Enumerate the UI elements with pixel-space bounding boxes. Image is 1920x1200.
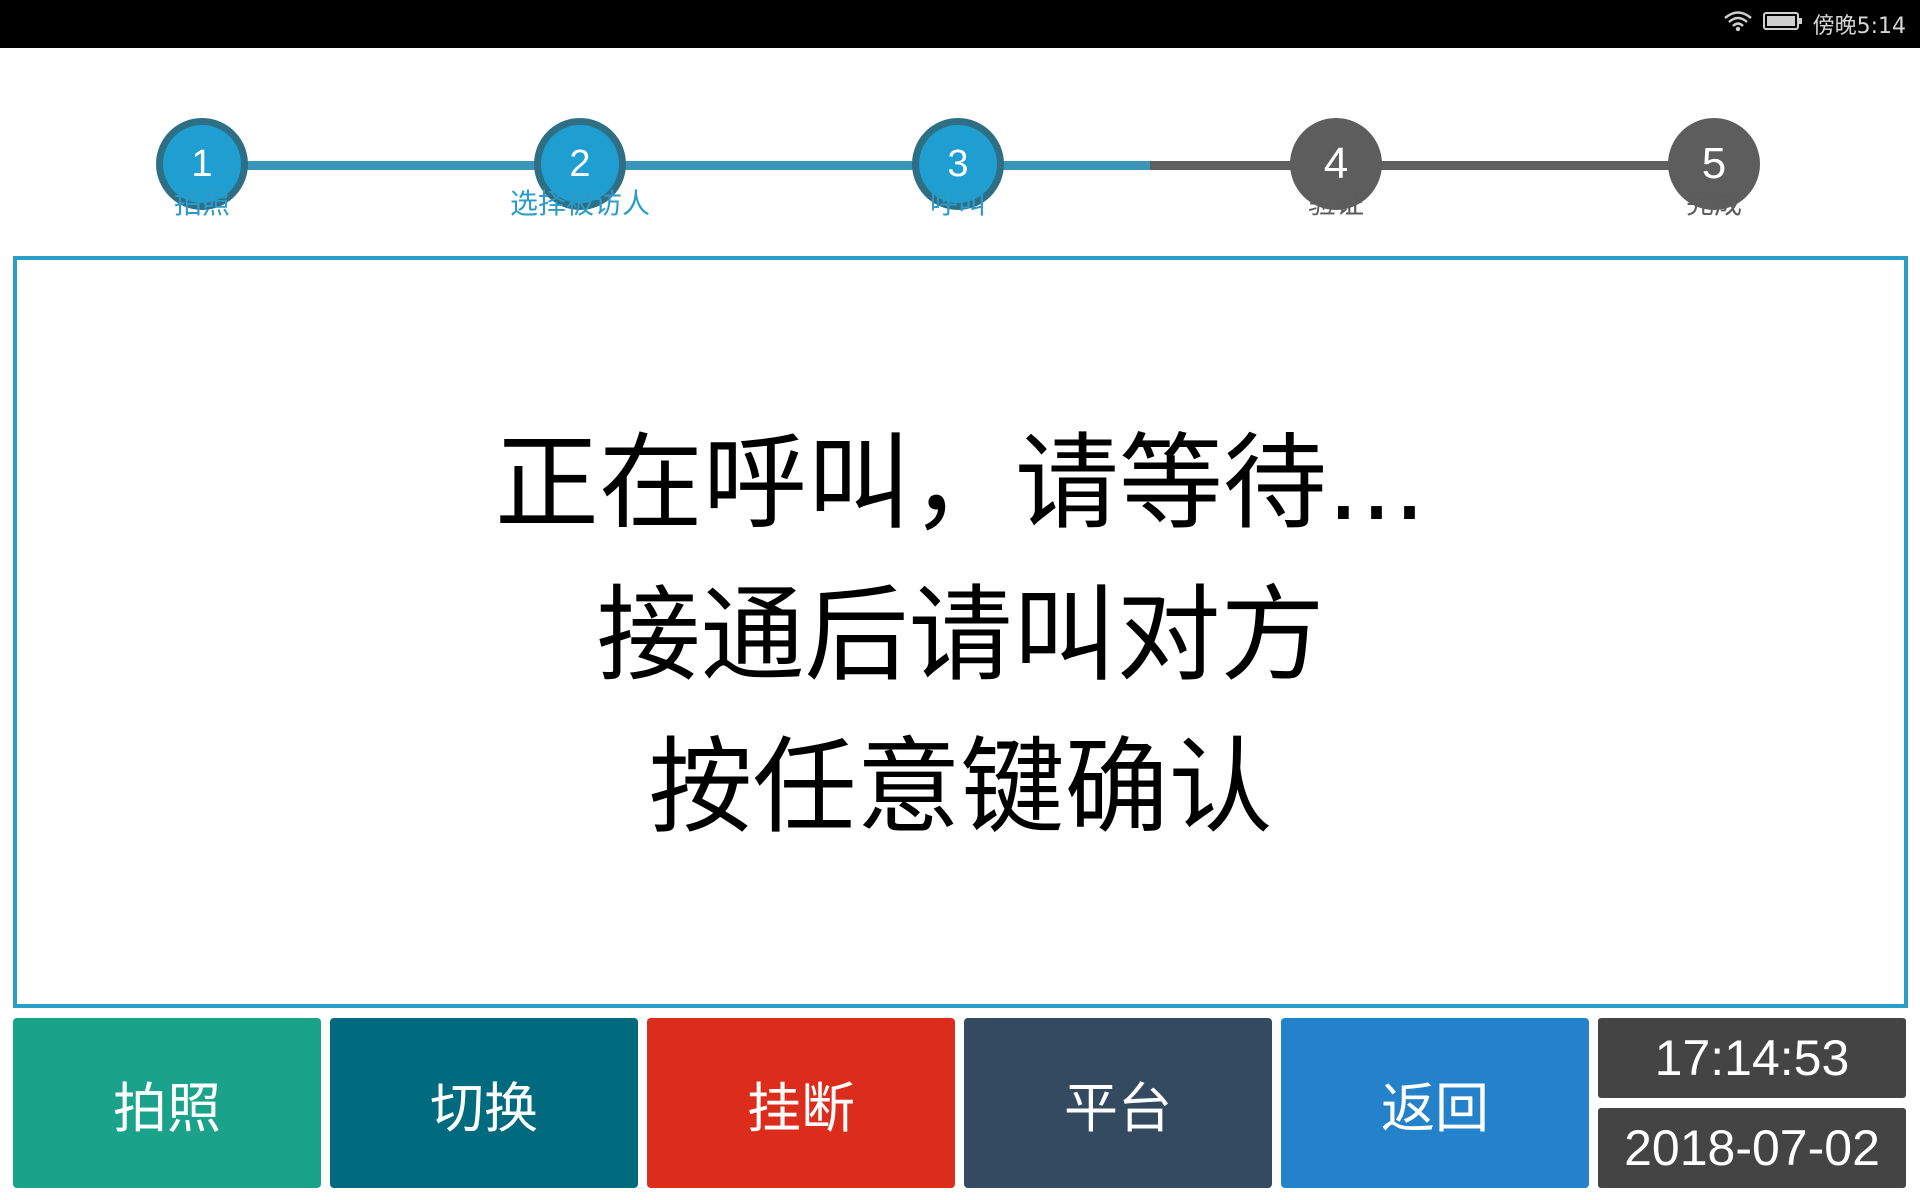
status-bar: 傍晚5:14 [0,0,1920,48]
progress-stepper: 1 2 3 4 5 拍照 选择被访人 呼叫 验证 完成 [0,48,1920,248]
message-line-calling: 正在呼叫，请等待... [494,422,1427,544]
message-line-confirm: 按任意键确认 [648,726,1273,848]
switch-button[interactable]: 切换 [330,1018,638,1188]
step-5-label: 完成 [1685,187,1742,220]
back-button[interactable]: 返回 [1281,1018,1589,1188]
clock-date: 2018-07-02 [1598,1108,1906,1188]
platform-button[interactable]: 平台 [964,1018,1272,1188]
status-indicators: 傍晚5:14 [1723,0,1906,48]
hangup-button[interactable]: 挂断 [647,1018,955,1188]
calling-message-panel: 正在呼叫，请等待... 接通后请叫对方 按任意键确认 [13,256,1908,1008]
battery-icon [1762,11,1803,37]
status-time: 傍晚5:14 [1812,14,1906,39]
clock-time: 17:14:53 [1598,1018,1906,1098]
message-line-instruction: 接通后请叫对方 [596,574,1325,696]
step-connector-active [200,161,1150,170]
step-4-label: 验证 [1307,187,1364,220]
step-1-label: 拍照 [173,187,230,220]
step-3-label: 呼叫 [929,187,986,220]
step-connector-inactive [1150,161,1715,170]
wifi-icon [1723,9,1753,39]
photo-button[interactable]: 拍照 [13,1018,321,1188]
step-2-label: 选择被访人 [509,187,650,220]
